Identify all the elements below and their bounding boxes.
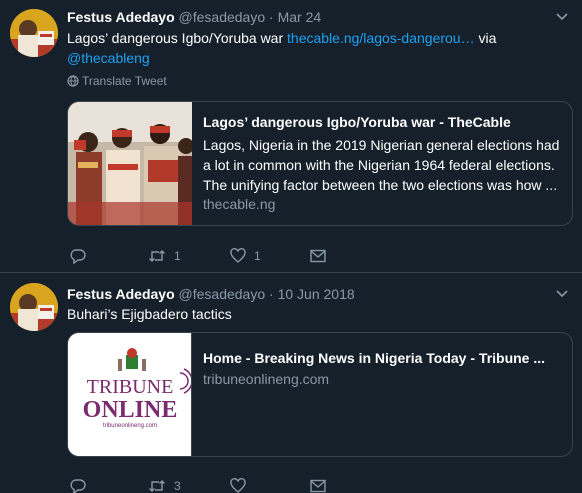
tweet-text-middle: via [474,30,497,46]
card-thumbnail: TRIBUNE ONLINE tribuneonlineng.com [68,333,192,456]
tweet-text: Lagos’ dangerous Igbo/Yoruba war thecabl… [67,28,567,68]
card-title: Home - Breaking News in Nigeria Today - … [203,350,546,366]
tweet[interactable]: Festus Adedayo @fesadedayo · 10 Jun 2018… [0,273,582,493]
mention-link[interactable]: @thecableng [67,50,150,66]
reply-icon [70,248,86,264]
card-domain: thecable.ng [203,196,276,212]
avatar[interactable] [10,283,58,331]
reply-button[interactable] [70,246,94,266]
separator: · [269,286,274,302]
tweet-link[interactable]: thecable.ng/lagos-dangerou… [287,30,475,46]
separator: · [269,9,274,25]
card-thumbnail [68,102,192,225]
like-count: 1 [254,249,261,263]
heart-icon [230,248,246,264]
envelope-icon [310,249,326,263]
chevron-down-icon[interactable] [556,10,568,24]
card-domain: tribuneonlineng.com [203,371,330,387]
timestamp[interactable]: 10 Jun 2018 [278,286,355,302]
tweet-text-prefix: Lagos’ dangerous Igbo/Yoruba war [67,30,288,46]
card-description: Lagos, Nigeria in the 2019 Nigerian gene… [203,137,560,193]
display-name[interactable]: Festus Adedayo [67,286,175,302]
chevron-down-icon[interactable] [556,287,568,301]
avatar[interactable] [10,9,58,57]
translate-label: Translate Tweet [82,74,167,88]
link-card[interactable]: Lagos’ dangerous Igbo/Yoruba war - TheCa… [67,101,573,226]
handle[interactable]: @fesadedayo [179,9,266,25]
handle[interactable]: @fesadedayo [179,286,266,302]
link-card[interactable]: TRIBUNE ONLINE tribuneonlineng.com Home … [67,332,573,457]
timestamp[interactable]: Mar 24 [278,9,322,25]
translate-tweet[interactable]: Translate Tweet [67,74,167,90]
tweet-header: Festus Adedayo @fesadedayo · Mar 24 [67,9,321,25]
like-button[interactable]: 1 [230,246,261,266]
tweet-text: Buhari’s Ejigbadero tactics [67,306,232,322]
message-button[interactable] [310,246,326,266]
display-name[interactable]: Festus Adedayo [67,9,175,25]
logo-line1: TRIBUNE [87,376,174,398]
retweet-count: 1 [174,249,181,263]
retweet-icon [148,248,166,264]
tweet-header: Festus Adedayo @fesadedayo · 10 Jun 2018 [67,286,355,302]
globe-icon [67,75,79,90]
card-title: Lagos’ dangerous Igbo/Yoruba war - TheCa… [203,114,511,130]
logo-url: tribuneonlineng.com [103,423,157,429]
logo-line2: ONLINE [83,397,178,423]
tweet[interactable]: Festus Adedayo @fesadedayo · Mar 24 Lago… [0,0,582,273]
retweet-button[interactable]: 1 [148,246,181,266]
